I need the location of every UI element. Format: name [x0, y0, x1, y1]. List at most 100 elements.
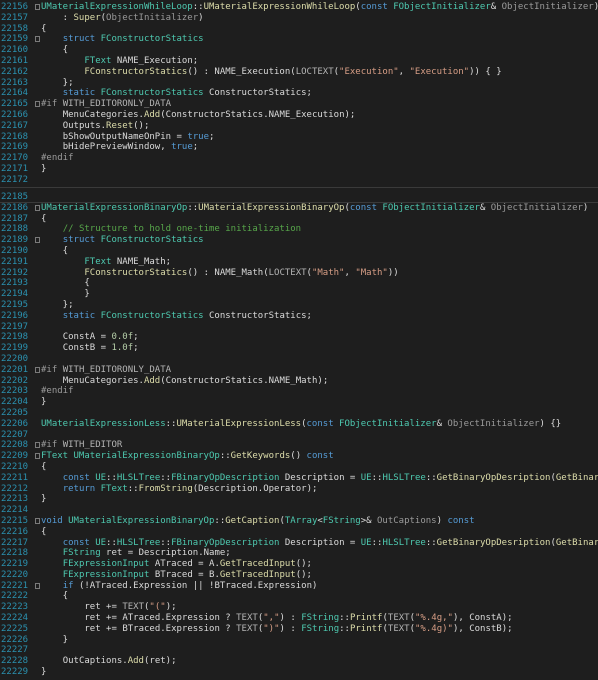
code-text[interactable]: #if WITH_EDITORONLY_DATA — [41, 99, 171, 110]
code-line[interactable]: 22209 FText UMaterialExpressionBinaryOp::… — [0, 451, 598, 462]
code-line[interactable]: 22213} — [0, 494, 598, 505]
code-line[interactable]: 22185 — [0, 192, 598, 203]
code-line[interactable]: 22208 #if WITH_EDITOR — [0, 440, 598, 451]
code-text[interactable]: bShowOutputNameOnPin = true; — [41, 132, 215, 143]
code-text[interactable]: bHidePreviewWindow, true; — [41, 142, 199, 153]
code-line[interactable]: 22193 { — [0, 278, 598, 289]
code-text[interactable]: { — [41, 45, 68, 56]
code-line[interactable]: 22188 // Structure to hold one-time init… — [0, 224, 598, 235]
code-line[interactable]: 22229} — [0, 667, 598, 678]
code-line[interactable]: 22166 MenuCategories.Add(ConstructorStat… — [0, 110, 598, 121]
code-text[interactable]: ret += ATraced.Expression ? TEXT(",") : … — [41, 613, 512, 624]
code-line[interactable]: 22158 { — [0, 24, 598, 35]
fold-toggle-icon[interactable] — [35, 34, 40, 45]
fold-toggle-icon[interactable] — [35, 203, 40, 214]
code-line[interactable]: 22216 { — [0, 527, 598, 538]
fold-toggle-icon[interactable] — [35, 581, 40, 592]
code-line[interactable]: 22170 #endif — [0, 153, 598, 164]
code-line[interactable]: 22215 void UMaterialExpressionBinaryOp::G… — [0, 516, 598, 527]
code-text[interactable]: { — [41, 214, 46, 225]
fold-toggle-icon[interactable] — [35, 440, 40, 451]
code-line[interactable]: 22156 UMaterialExpressionWhileLoop::UMate… — [0, 2, 598, 13]
code-text[interactable]: } — [41, 289, 89, 300]
fold-toggle-icon[interactable] — [35, 516, 40, 527]
code-line[interactable]: 22197 — [0, 322, 598, 333]
code-line[interactable]: 22201 #if WITH_EDITORONLY_DATA — [0, 365, 598, 376]
code-line[interactable]: 22202 MenuCategories.Add(ConstructorStat… — [0, 376, 598, 387]
code-line[interactable]: 22225 ret += BTraced.Expression ? TEXT("… — [0, 624, 598, 635]
fold-toggle-icon[interactable] — [35, 365, 40, 376]
code-text[interactable]: { — [41, 527, 46, 538]
code-text[interactable]: static FConstructorStatics ConstructorSt… — [41, 88, 312, 99]
code-line[interactable]: 22187 { — [0, 214, 598, 225]
code-text[interactable]: { — [41, 246, 68, 257]
code-line[interactable]: 22163 }; — [0, 78, 598, 89]
code-text[interactable]: FString ret = Description.Name; — [41, 548, 231, 559]
code-text[interactable]: } — [41, 164, 46, 175]
code-text[interactable]: UMaterialExpressionLess::UMaterialExpres… — [41, 419, 561, 430]
code-text[interactable]: { — [41, 24, 46, 35]
code-text[interactable]: ConstB = 1.0f; — [41, 343, 139, 354]
code-line[interactable]: 22192 FConstructorStatics() : NAME_Math(… — [0, 268, 598, 279]
code-line[interactable]: 22195 }; — [0, 300, 598, 311]
code-text[interactable]: { — [41, 462, 46, 473]
code-text[interactable]: const UE::HLSLTree::FBinaryOpDescription… — [41, 538, 598, 549]
code-line[interactable]: 22212 return FText::FromString(Descripti… — [0, 484, 598, 495]
code-text[interactable]: Outputs.Reset(); — [41, 121, 150, 132]
code-line[interactable]: 22223 ret += TEXT("("); — [0, 602, 598, 613]
code-text[interactable]: struct FConstructorStatics — [41, 235, 204, 246]
code-line[interactable]: 22200 — [0, 354, 598, 365]
code-text[interactable]: #endif — [41, 153, 74, 164]
code-line[interactable]: 22220 FExpressionInput BTraced = B.GetTr… — [0, 570, 598, 581]
code-text[interactable]: MenuCategories.Add(ConstructorStatics.NA… — [41, 110, 356, 121]
code-line[interactable]: 22214 — [0, 505, 598, 516]
code-line[interactable]: 22194 } — [0, 289, 598, 300]
code-line[interactable]: 22159 struct FConstructorStatics — [0, 34, 598, 45]
code-line[interactable]: 22224 ret += ATraced.Expression ? TEXT("… — [0, 613, 598, 624]
fold-toggle-icon[interactable] — [35, 451, 40, 462]
code-text[interactable]: FText NAME_Math; — [41, 257, 171, 268]
code-line[interactable]: 22207 — [0, 430, 598, 441]
code-line[interactable]: 22167 Outputs.Reset(); — [0, 121, 598, 132]
code-text[interactable]: #if WITH_EDITOR — [41, 440, 122, 451]
code-line[interactable]: 22162 FConstructorStatics() : NAME_Execu… — [0, 67, 598, 78]
code-line[interactable]: 22161 FText NAME_Execution; — [0, 56, 598, 67]
code-line[interactable]: 22199 ConstB = 1.0f; — [0, 343, 598, 354]
code-text[interactable]: struct FConstructorStatics — [41, 34, 204, 45]
code-text[interactable]: } — [41, 635, 68, 646]
code-line[interactable]: 22189 struct FConstructorStatics — [0, 235, 598, 246]
code-line[interactable]: 22191 FText NAME_Math; — [0, 257, 598, 268]
code-text[interactable]: FText UMaterialExpressionBinaryOp::GetKe… — [41, 451, 334, 462]
fold-toggle-icon[interactable] — [35, 235, 40, 246]
code-text[interactable]: } — [41, 494, 46, 505]
code-line[interactable]: 22221 if (!ATraced.Expression || !BTrace… — [0, 581, 598, 592]
code-line[interactable]: 22168 bShowOutputNameOnPin = true; — [0, 132, 598, 143]
code-text[interactable]: }; — [41, 300, 74, 311]
code-line[interactable]: 22198 ConstA = 0.0f; — [0, 332, 598, 343]
code-text[interactable]: { — [41, 591, 68, 602]
code-text[interactable]: void UMaterialExpressionBinaryOp::GetCap… — [41, 516, 475, 527]
code-text[interactable]: ret += BTraced.Expression ? TEXT(")") : … — [41, 624, 512, 635]
code-line[interactable]: 22218 FString ret = Description.Name; — [0, 548, 598, 559]
code-line[interactable]: 22160 { — [0, 45, 598, 56]
code-text[interactable]: // Structure to hold one-time initializa… — [41, 224, 301, 235]
code-text[interactable]: } — [41, 667, 46, 678]
code-line[interactable]: 22203 #endif — [0, 386, 598, 397]
code-line[interactable]: 22219 FExpressionInput ATraced = A.GetTr… — [0, 559, 598, 570]
code-line[interactable]: 22172 — [0, 175, 598, 186]
code-text[interactable]: }; — [41, 78, 74, 89]
code-text[interactable]: #if WITH_EDITORONLY_DATA — [41, 365, 171, 376]
code-text[interactable]: OutCaptions.Add(ret); — [41, 656, 177, 667]
code-text[interactable]: FExpressionInput ATraced = A.GetTracedIn… — [41, 559, 312, 570]
code-line[interactable]: 22211 const UE::HLSLTree::FBinaryOpDescr… — [0, 473, 598, 484]
code-text[interactable]: FConstructorStatics() : NAME_Math(LOCTEX… — [41, 268, 398, 279]
code-text[interactable]: UMaterialExpressionWhileLoop::UMaterialE… — [41, 2, 598, 13]
code-line[interactable]: 22169 bHidePreviewWindow, true; — [0, 142, 598, 153]
code-line[interactable]: 22186 UMaterialExpressionBinaryOp::UMater… — [0, 203, 598, 214]
code-text[interactable]: UMaterialExpressionBinaryOp::UMaterialEx… — [41, 203, 588, 214]
code-line[interactable]: 22206 UMaterialExpressionLess::UMaterialE… — [0, 419, 598, 430]
code-text[interactable]: : Super(ObjectInitializer) — [41, 13, 204, 24]
code-text[interactable]: const UE::HLSLTree::FBinaryOpDescription… — [41, 473, 598, 484]
code-text[interactable]: #endif — [41, 386, 74, 397]
code-editor[interactable]: 22156 UMaterialExpressionWhileLoop::UMate… — [0, 0, 598, 680]
